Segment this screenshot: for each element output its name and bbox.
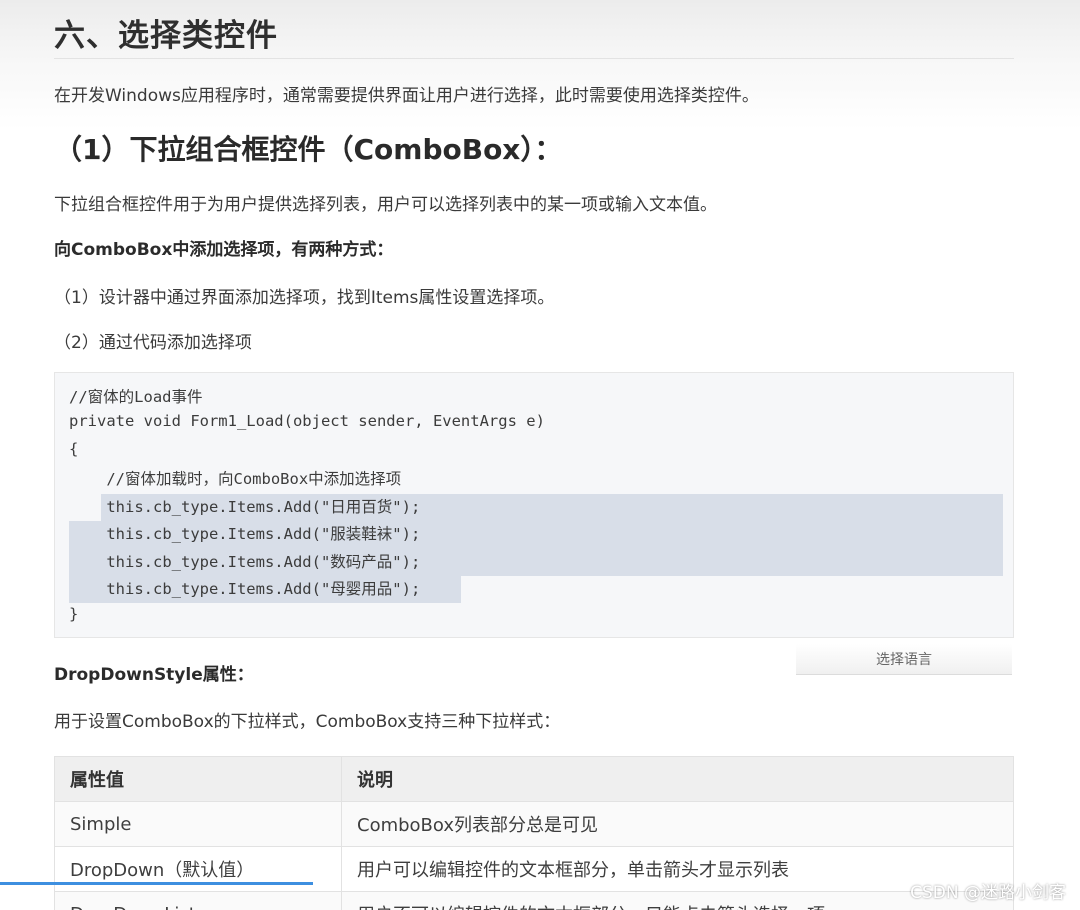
- combobox-description: 下拉组合框控件用于为用户提供选择列表，用户可以选择列表中的某一项或输入文本值。: [54, 195, 717, 215]
- table-header-row: 属性值 说明: [54, 756, 1014, 802]
- code-line: {: [69, 440, 79, 458]
- table-cell: DropDownList: [54, 891, 342, 910]
- table-row: Simple ComboBox列表部分总是可见: [54, 801, 1014, 847]
- table-cell: Simple: [54, 801, 342, 847]
- dropdownstyle-table: 属性值 说明 Simple ComboBox列表部分总是可见 DropDown（…: [54, 756, 1014, 910]
- code-line: private void Form1_Load(object sender, E…: [69, 412, 545, 430]
- title-divider: [54, 58, 1014, 59]
- code-line: this.cb_type.Items.Add("服装鞋袜");: [69, 525, 421, 543]
- way-two-text: （2）通过代码添加选择项: [54, 333, 252, 353]
- video-progress-bar[interactable]: [0, 882, 313, 885]
- way-one-text: （1）设计器中通过界面添加选择项，找到Items属性设置选择项。: [54, 288, 555, 308]
- dropdownstyle-heading: DropDownStyle属性：: [54, 665, 254, 685]
- code-line: this.cb_type.Items.Add("日用百货");: [69, 498, 421, 516]
- code-line: //窗体加载时，向ComboBox中添加选择项: [69, 470, 402, 488]
- code-line: }: [69, 605, 79, 623]
- dropdownstyle-description: 用于设置ComboBox的下拉样式，ComboBox支持三种下拉样式：: [54, 712, 561, 732]
- section-title: 六、选择类控件: [54, 18, 278, 54]
- code-line: this.cb_type.Items.Add("数码产品");: [69, 553, 421, 571]
- table-header-description: 说明: [341, 756, 1014, 802]
- table-header-value: 属性值: [54, 756, 342, 802]
- article-page: 六、选择类控件 在开发Windows应用程序时，通常需要提供界面让用户进行选择，…: [0, 0, 1080, 910]
- code-block[interactable]: //窗体的Load事件 private void Form1_Load(obje…: [54, 372, 1014, 638]
- select-language-button[interactable]: 选择语言: [796, 644, 1012, 675]
- code-line: //窗体的Load事件: [69, 388, 203, 406]
- table-cell: ComboBox列表部分总是可见: [341, 801, 1014, 847]
- add-items-heading: 向ComboBox中添加选择项，有两种方式：: [54, 240, 394, 260]
- section-intro: 在开发Windows应用程序时，通常需要提供界面让用户进行选择，此时需要使用选择…: [54, 86, 759, 106]
- table-row: DropDownList 用户不可以编辑控件的文本框部分，只能点击箭头选择一项: [54, 891, 1014, 910]
- code-line: this.cb_type.Items.Add("母婴用品");: [69, 580, 421, 598]
- combobox-heading: （1）下拉组合框控件（ComboBox）：: [54, 133, 563, 166]
- csdn-watermark: CSDN @迷路小剑客: [910, 883, 1066, 903]
